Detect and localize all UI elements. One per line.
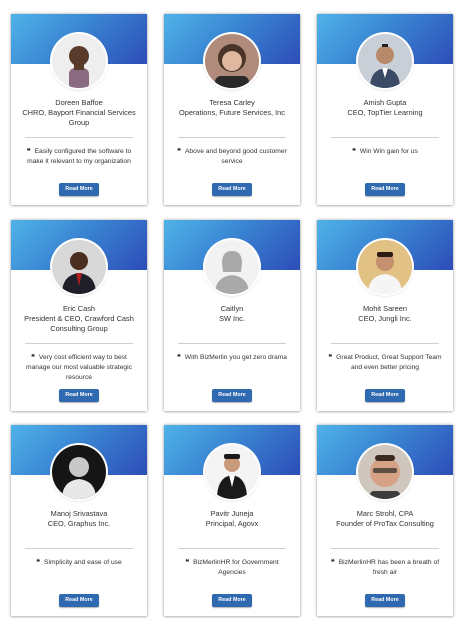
avatar xyxy=(52,445,106,499)
quote-icon: ❝ xyxy=(185,557,190,566)
quote-text: Simplicity and ease of use xyxy=(44,559,122,566)
testimonial-card: Marc Strohl, CPA Founder of ProTax Consu… xyxy=(317,425,453,616)
quote-icon: ❝ xyxy=(177,352,181,361)
person-role: President & CEO, Crawford Cash Consultin… xyxy=(24,314,134,334)
testimonial-card: Mohit Sareen CEO, Jungli Inc. ❝ Great Pro… xyxy=(317,220,453,411)
read-more-button[interactable]: Read More xyxy=(365,389,405,402)
divider xyxy=(331,548,439,549)
person-info: Marc Strohl, CPA Founder of ProTax Consu… xyxy=(321,509,449,529)
testimonial-card: Pavitr Juneja Principal, Agovx ❝ BizMerli… xyxy=(164,425,300,616)
quote-icon: ❝ xyxy=(26,146,31,155)
testimonial-card: Amish Gupta CEO, TopTier Learning ❝ Win W… xyxy=(317,14,453,205)
person-info: Amish Gupta CEO, TopTier Learning xyxy=(321,98,449,118)
read-more-button[interactable]: Read More xyxy=(365,594,405,607)
testimonial-quote: ❝ Great Product, Great Support Team and e… xyxy=(327,352,443,373)
person-photo-man xyxy=(358,445,412,499)
quote-text: With BizMerlin you get zero drama xyxy=(184,354,287,361)
avatar xyxy=(205,240,259,294)
read-more-button[interactable]: Read More xyxy=(59,183,99,196)
person-name: Manoj Srivastava xyxy=(50,509,108,518)
person-photo-man xyxy=(205,445,259,499)
person-name: Caitlyn xyxy=(220,304,244,313)
person-name: Eric Cash xyxy=(62,304,96,313)
quote-text: BizMerlinHR for Government Agencies xyxy=(193,559,279,576)
divider xyxy=(25,548,133,549)
testimonial-quote: ❝ BizMerlinHR has been a breath of fresh … xyxy=(327,557,443,578)
quote-text: BizMerlinHR has been a breath of fresh a… xyxy=(338,559,440,576)
person-role: Founder of ProTax Consulting xyxy=(336,519,434,529)
person-role: CEO, TopTier Learning xyxy=(347,108,423,118)
divider xyxy=(178,343,286,344)
read-more-button[interactable]: Read More xyxy=(59,594,99,607)
person-role: Operations, Future Services, Inc xyxy=(179,108,285,118)
testimonial-card: Doreen Baffoe CHRO, Bayport Financial Se… xyxy=(11,14,147,205)
quote-icon: ❝ xyxy=(177,146,181,155)
testimonial-quote: ❝ With BizMerlin you get zero drama xyxy=(174,352,290,363)
quote-icon: ❝ xyxy=(330,557,335,566)
divider xyxy=(178,137,286,138)
person-role: CHRO, Bayport Financial Services Group xyxy=(22,108,136,128)
testimonial-card: Eric Cash President & CEO, Crawford Cash… xyxy=(11,220,147,411)
person-info: Teresa Carley Operations, Future Service… xyxy=(168,98,296,118)
person-info: Manoj Srivastava CEO, Graphus Inc. xyxy=(15,509,143,529)
person-info: Mohit Sareen CEO, Jungli Inc. xyxy=(321,304,449,324)
person-photo-woman xyxy=(52,34,106,88)
read-more-button[interactable]: Read More xyxy=(59,389,99,402)
avatar xyxy=(358,445,412,499)
person-role: CEO, Jungli Inc. xyxy=(358,314,412,324)
read-more-button[interactable]: Read More xyxy=(212,594,252,607)
quote-icon: ❝ xyxy=(328,352,333,361)
quote-text: Great Product, Great Support Team and ev… xyxy=(336,354,442,371)
quote-icon: ❝ xyxy=(31,352,35,361)
quote-text: Win Win gain for us xyxy=(359,148,418,155)
testimonial-quote: ❝ Win Win gain for us xyxy=(327,146,443,157)
read-more-button[interactable]: Read More xyxy=(365,183,405,196)
testimonial-quote: ❝ Above and beyond good customer service xyxy=(174,146,290,167)
read-more-button[interactable]: Read More xyxy=(212,183,252,196)
avatar xyxy=(358,34,412,88)
person-info: Doreen Baffoe CHRO, Bayport Financial Se… xyxy=(15,98,143,129)
person-info: Pavitr Juneja Principal, Agovx xyxy=(168,509,296,529)
quote-text: Above and beyond good customer service xyxy=(184,148,287,165)
person-photo-man xyxy=(52,445,106,499)
person-photo-man xyxy=(358,34,412,88)
avatar xyxy=(358,240,412,294)
testimonial-quote: ❝ Easily configured the software to make … xyxy=(21,146,137,167)
person-name: Teresa Carley xyxy=(209,98,255,107)
testimonial-card: Caitlyn SW Inc. ❝ With BizMerlin you get … xyxy=(164,220,300,411)
person-name: Amish Gupta xyxy=(363,98,407,107)
person-photo-man xyxy=(52,240,106,294)
testimonial-quote: ❝ BizMerlinHR for Government Agencies xyxy=(174,557,290,578)
divider xyxy=(331,343,439,344)
testimonial-card: Teresa Carley Operations, Future Service… xyxy=(164,14,300,205)
person-role: Principal, Agovx xyxy=(205,519,259,529)
person-role: CEO, Graphus Inc. xyxy=(47,519,111,529)
avatar xyxy=(205,445,259,499)
quote-icon: ❝ xyxy=(36,557,41,566)
avatar xyxy=(52,34,106,88)
testimonial-quote: ❝ Very cost efficient way to best manage … xyxy=(21,352,137,382)
person-photo-man xyxy=(358,240,412,294)
person-name: Pavitr Juneja xyxy=(210,509,254,518)
testimonial-quote: ❝ Simplicity and ease of use xyxy=(21,557,137,568)
placeholder-person-icon xyxy=(205,240,259,294)
person-info: Eric Cash President & CEO, Crawford Cash… xyxy=(15,304,143,335)
person-info: Caitlyn SW Inc. xyxy=(168,304,296,324)
person-name: Marc Strohl, CPA xyxy=(356,509,414,518)
quote-text: Easily configured the software to make i… xyxy=(27,148,132,165)
divider xyxy=(331,137,439,138)
person-name: Doreen Baffoe xyxy=(55,98,103,107)
avatar xyxy=(205,34,259,88)
testimonial-card: Manoj Srivastava CEO, Graphus Inc. ❝ Simp… xyxy=(11,425,147,616)
divider xyxy=(25,137,133,138)
avatar xyxy=(52,240,106,294)
read-more-button[interactable]: Read More xyxy=(212,389,252,402)
quote-text: Very cost efficient way to best manage o… xyxy=(26,354,132,381)
divider xyxy=(178,548,286,549)
quote-icon: ❝ xyxy=(352,146,356,155)
divider xyxy=(25,343,133,344)
person-photo-woman xyxy=(205,34,259,88)
person-name: Mohit Sareen xyxy=(363,304,407,313)
person-role: SW Inc. xyxy=(219,314,245,324)
